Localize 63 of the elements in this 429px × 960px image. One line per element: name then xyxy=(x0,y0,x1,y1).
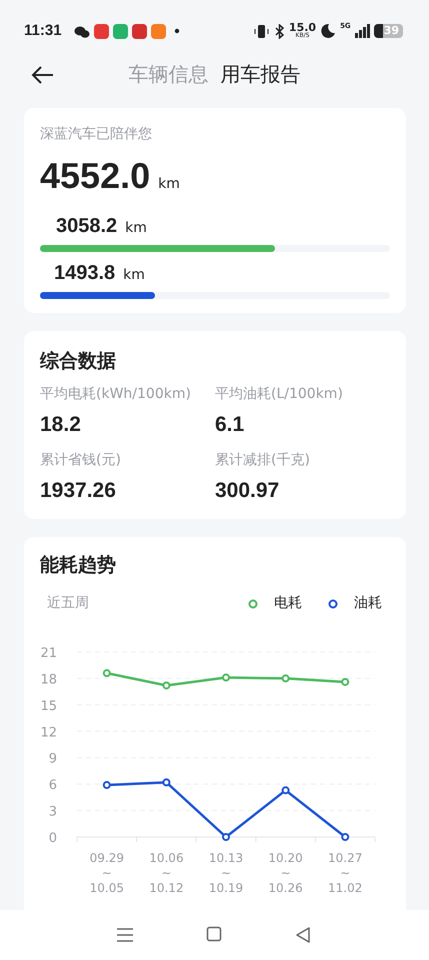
signal-icon xyxy=(354,24,370,38)
total-mileage: 4552.0 xyxy=(40,154,150,198)
app-icon xyxy=(94,24,109,38)
y-tick-label: 15 xyxy=(40,698,57,714)
menu-icon[interactable] xyxy=(116,926,134,944)
stat-value: 6.1 xyxy=(215,412,246,438)
legend-label: 油耗 xyxy=(354,594,382,613)
x-tick-label: 10.06 ~ 10.12 xyxy=(149,851,184,895)
back-arrow-icon xyxy=(30,64,54,86)
app-icon xyxy=(132,24,147,38)
mileage-unit: km xyxy=(125,219,147,238)
data-point xyxy=(282,674,290,682)
mileage-caption: 深蓝汽车已陪伴您 xyxy=(40,125,153,144)
header-tab[interactable]: 用车报告 xyxy=(218,59,304,89)
stat-label: 累计省钱(元) xyxy=(40,451,122,470)
stat-value: 300.97 xyxy=(215,478,280,504)
data-point xyxy=(162,681,170,690)
data-point xyxy=(102,669,111,678)
x-tick-label: 10.27 ~ 11.02 xyxy=(328,851,362,895)
home-square-icon[interactable] xyxy=(206,926,222,944)
status-time: 11:31 xyxy=(24,20,62,41)
moon-icon xyxy=(320,23,336,39)
y-tick-label: 6 xyxy=(48,778,57,794)
network-speed: 15.0 xyxy=(288,23,316,34)
bluetooth-icon xyxy=(272,24,285,38)
chat-icon xyxy=(74,24,90,38)
mileage-unit: km xyxy=(123,266,145,285)
app-icon xyxy=(112,24,128,38)
legend-dot xyxy=(248,598,258,608)
mileage-value: 1493.8 xyxy=(54,261,116,286)
period-label: 近五周 xyxy=(47,594,90,613)
x-tick-label: 10.13 ~ 10.19 xyxy=(208,851,244,895)
legend-dot xyxy=(328,598,338,608)
data-point xyxy=(282,786,290,794)
x-tick-label: 10.20 ~ 10.26 xyxy=(268,851,303,895)
stat-label: 平均油耗(L/100km) xyxy=(215,384,344,404)
data-point xyxy=(162,778,170,786)
battery-level: 39 xyxy=(374,24,403,38)
y-tick-label: 21 xyxy=(40,646,57,661)
stat-label: 平均电耗(kWh/100km) xyxy=(40,384,192,404)
data-point xyxy=(222,674,230,682)
mileage-value: 3058.2 xyxy=(56,214,118,239)
notification-dot-icon xyxy=(174,28,182,34)
y-tick-label: 0 xyxy=(48,831,57,846)
y-tick-label: 18 xyxy=(40,672,57,688)
stat-label: 累计减排(千克) xyxy=(215,451,311,470)
data-point xyxy=(341,678,350,686)
y-tick-label: 9 xyxy=(48,752,57,767)
stat-value: 1937.26 xyxy=(40,478,117,504)
data-point xyxy=(341,833,350,841)
mileage-unit: km xyxy=(158,175,180,194)
app-icon xyxy=(150,24,166,38)
y-tick-label: 3 xyxy=(48,804,57,820)
data-point xyxy=(102,781,111,790)
data-point xyxy=(222,833,230,841)
x-tick-label: 09.29 ~ 10.05 xyxy=(90,851,124,895)
legend-label: 电耗 xyxy=(274,594,302,613)
section-title: 综合数据 xyxy=(40,349,117,374)
back-triangle-icon[interactable] xyxy=(294,926,313,944)
stat-value: 18.2 xyxy=(40,412,82,438)
section-title: 能耗趋势 xyxy=(39,552,117,578)
vibrate-icon xyxy=(254,24,269,38)
y-tick-label: 12 xyxy=(40,725,57,740)
